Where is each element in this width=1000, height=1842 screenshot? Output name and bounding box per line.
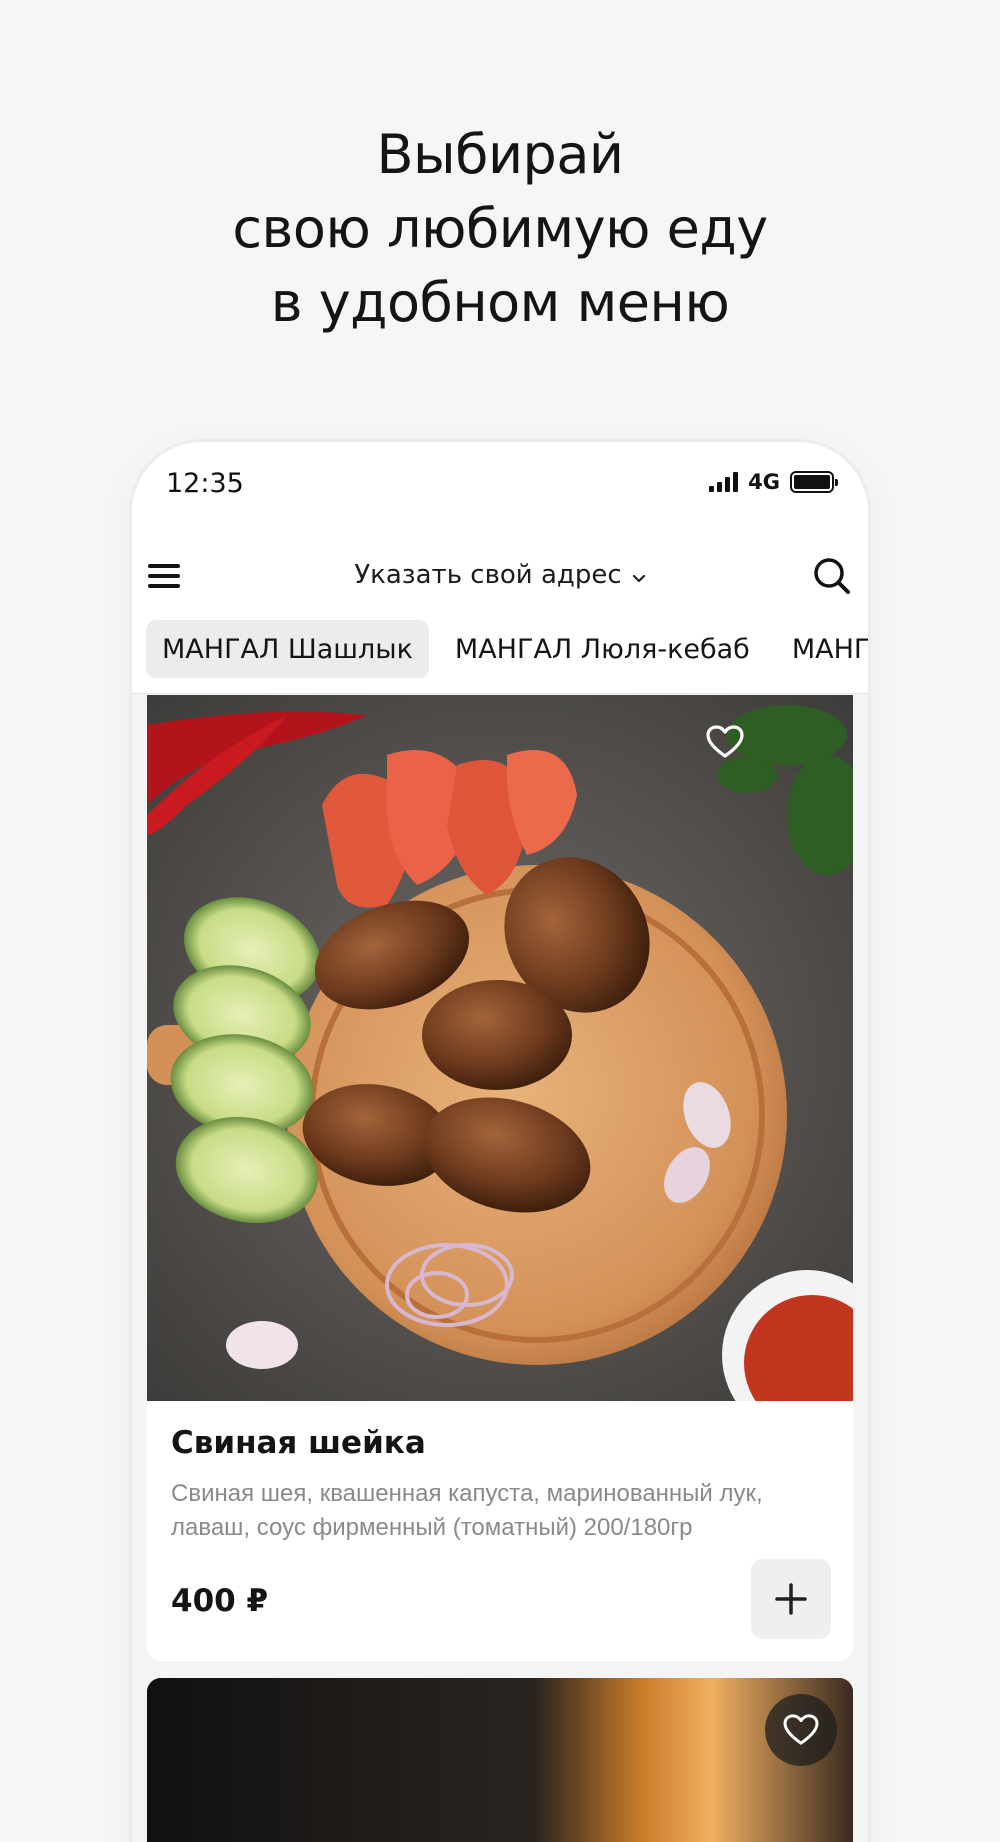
favorite-button[interactable] — [690, 707, 760, 777]
tab-mangal-shashlik[interactable]: МАНГАЛ Шашлык — [146, 620, 429, 678]
product-photo — [147, 695, 853, 1401]
chevron-down-icon — [632, 561, 646, 591]
status-bar: 12:35 4G — [132, 442, 868, 526]
add-to-cart-button[interactable] — [751, 1559, 831, 1639]
product-photo — [147, 1678, 853, 1842]
battery-icon — [790, 471, 838, 493]
status-indicators: 4G — [709, 470, 838, 494]
heart-icon — [783, 1714, 819, 1745]
network-label: 4G — [748, 470, 780, 494]
heart-icon — [706, 725, 744, 758]
tab-mangal-lyulya-kebab[interactable]: МАНГАЛ Люля-кебаб — [439, 620, 766, 678]
app-header: 12:35 4G Указать свой адрес МАНГАЛ Шашлы… — [132, 442, 868, 694]
headline-line-3: в удобном меню — [270, 271, 730, 334]
address-selector[interactable]: Указать свой адрес — [132, 560, 868, 591]
phone-frame: 12:35 4G Указать свой адрес МАНГАЛ Шашлы… — [132, 442, 868, 1842]
tab-mangal-partial[interactable]: МАНГАЛ Ку — [776, 620, 868, 678]
category-tabs: МАНГАЛ Шашлык МАНГАЛ Люля-кебаб МАНГАЛ К… — [146, 620, 868, 680]
product-price: 400 ₽ — [171, 1583, 269, 1619]
address-label: Указать свой адрес — [354, 560, 622, 590]
status-time: 12:35 — [166, 468, 244, 499]
search-icon — [814, 558, 850, 594]
headline-line-2: свою любимую еду — [232, 197, 768, 260]
product-card[interactable] — [147, 1678, 853, 1842]
product-title: Свиная шейка — [171, 1425, 426, 1461]
product-card[interactable]: Свиная шейка Свиная шея, квашенная капус… — [147, 695, 853, 1661]
product-description: Свиная шея, квашенная капуста, маринован… — [171, 1480, 763, 1541]
app-bar: Указать свой адрес — [132, 542, 868, 612]
promo-headline: Выбирай свою любимую еду в удобном меню — [0, 118, 1000, 340]
plus-icon — [775, 1583, 807, 1615]
headline-line-1: Выбирай — [376, 123, 624, 186]
signal-icon — [709, 472, 739, 492]
search-button[interactable] — [810, 554, 854, 598]
favorite-button[interactable] — [765, 1694, 837, 1766]
